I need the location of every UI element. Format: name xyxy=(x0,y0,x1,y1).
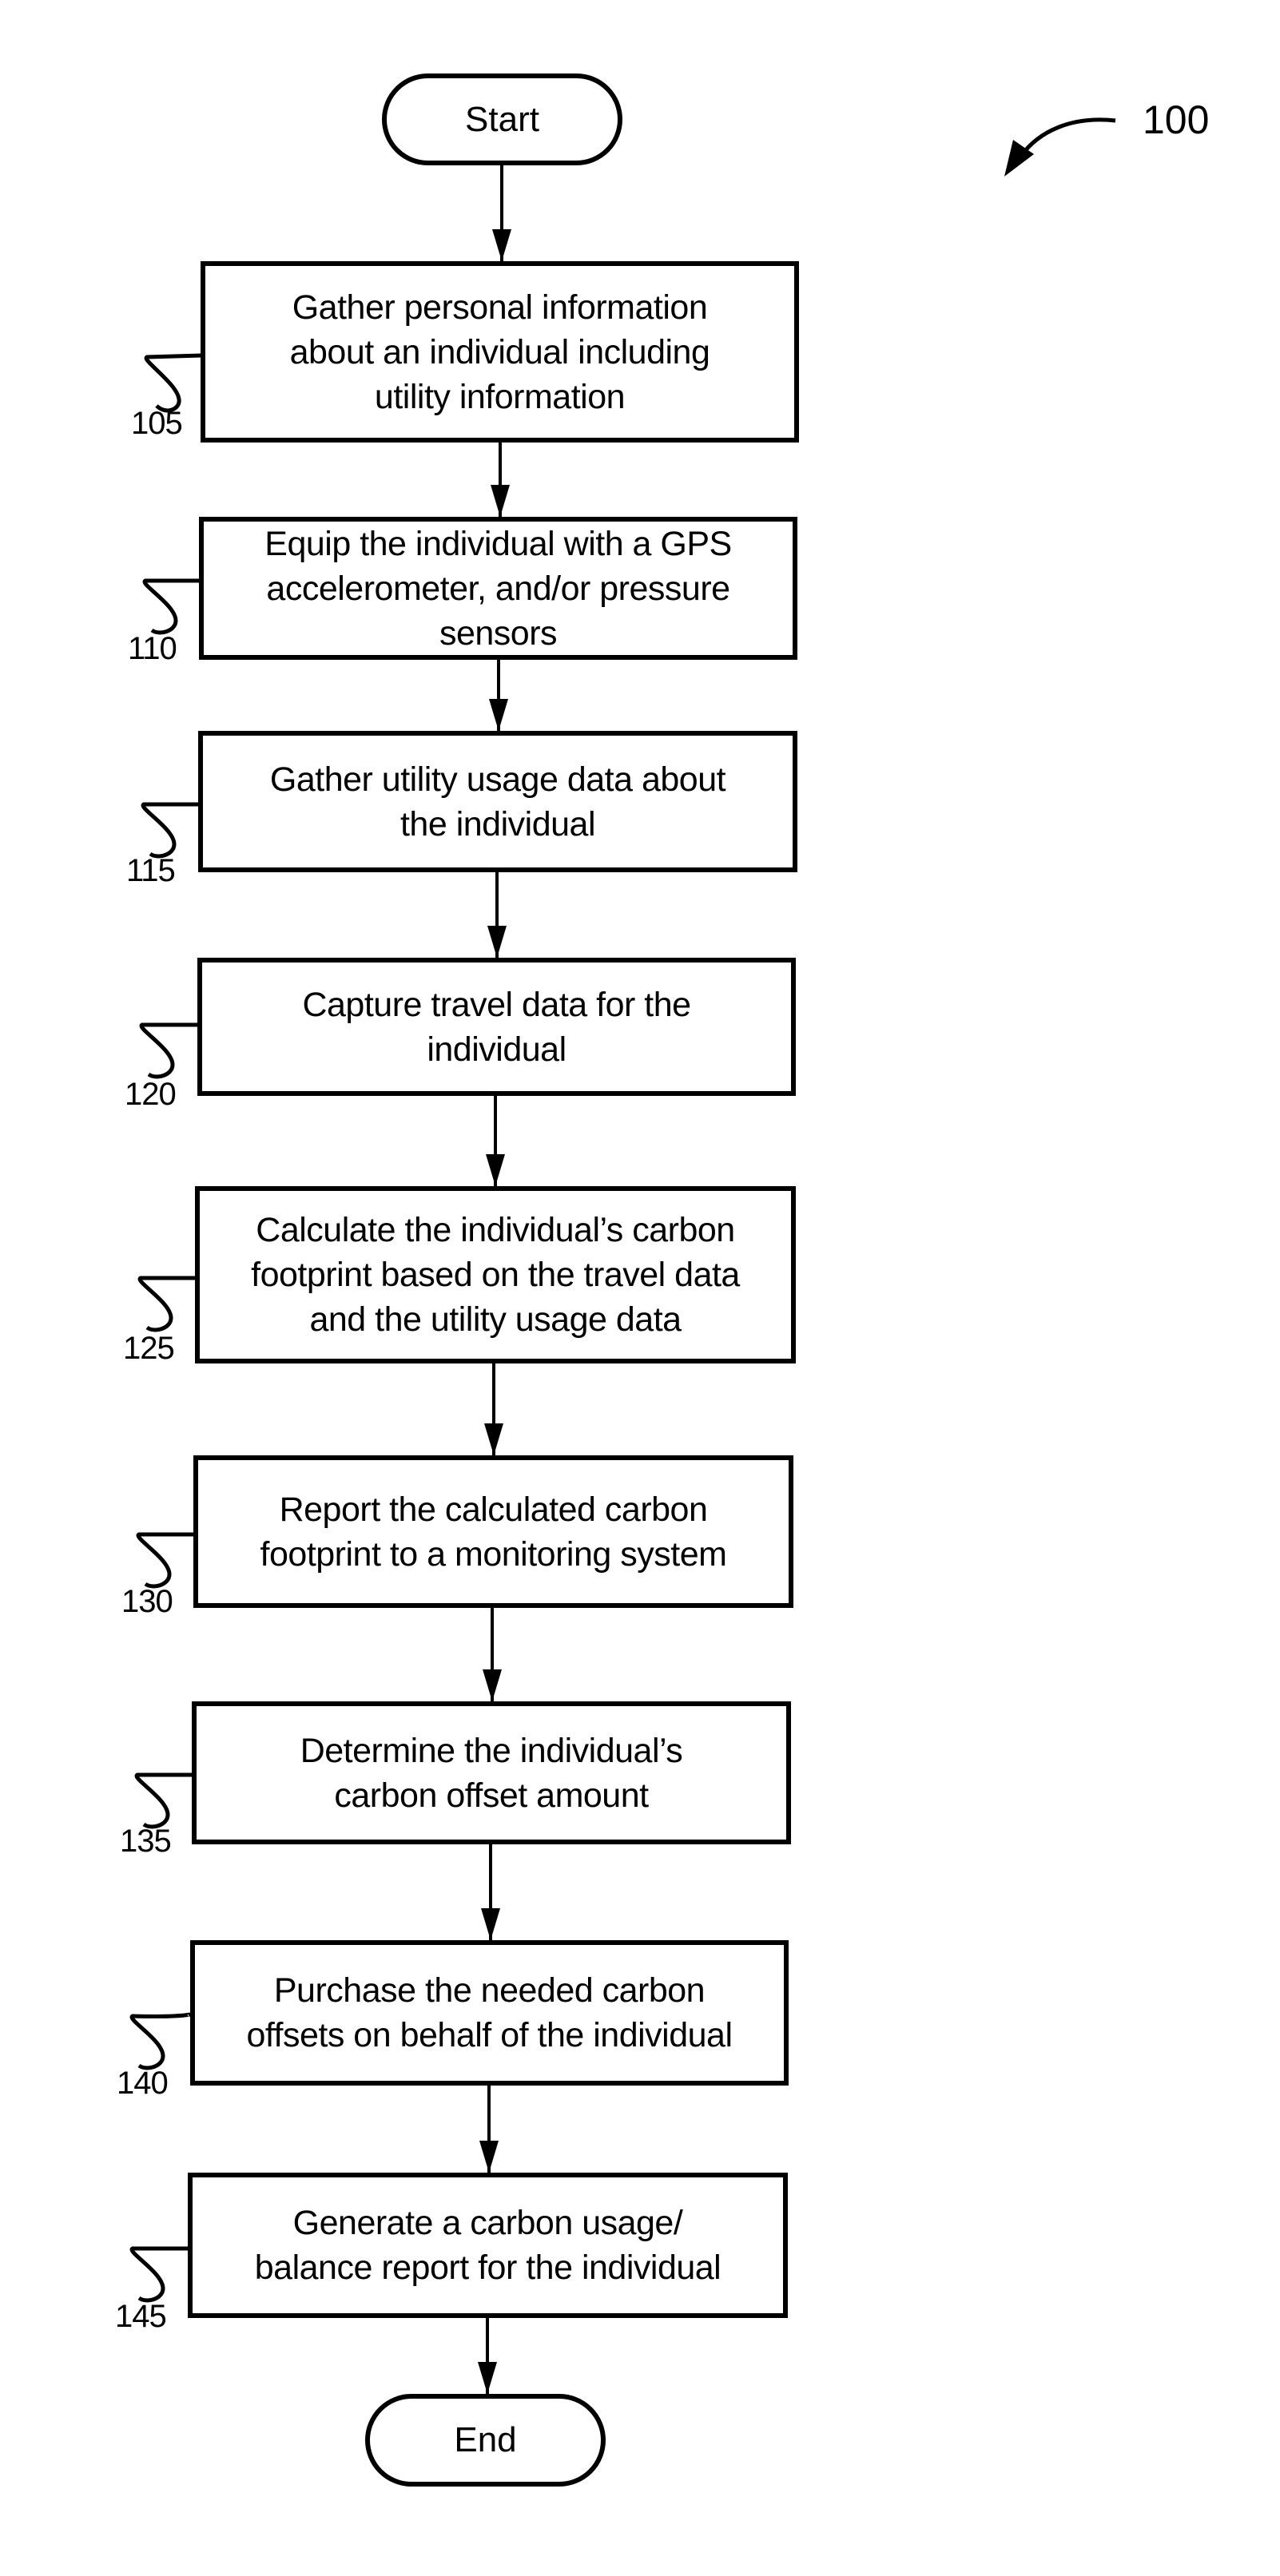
leader-110-icon xyxy=(142,578,199,635)
step-105-ref: 105 xyxy=(131,406,183,441)
start-label: Start xyxy=(465,99,539,139)
step-120-box: Capture travel data for the individual xyxy=(197,958,796,1096)
leader-140-icon xyxy=(129,2012,192,2070)
arrowhead-icon xyxy=(481,1908,500,1940)
step-105-text: Gather personal information about an ind… xyxy=(289,288,710,416)
leader-105-icon xyxy=(144,353,202,413)
arrowhead-icon xyxy=(491,485,510,517)
leader-135-icon xyxy=(134,1772,192,1829)
step-135-ref: 135 xyxy=(120,1824,172,1859)
leader-130-icon xyxy=(136,1532,193,1589)
step-140-box: Purchase the needed carbon offsets on be… xyxy=(190,1940,789,2086)
step-140-ref: 140 xyxy=(117,2066,169,2101)
leader-120-icon xyxy=(139,1022,197,1079)
step-125-text: Calculate the individual’s carbon footpr… xyxy=(251,1211,740,1339)
step-145-text: Generate a carbon usage/ balance report … xyxy=(254,2204,721,2287)
arrowhead-icon xyxy=(479,2141,499,2173)
step-110-ref: 110 xyxy=(128,631,177,666)
step-115-box: Gather utility usage data about the indi… xyxy=(198,731,797,872)
step-130-ref: 130 xyxy=(121,1584,173,1619)
figure-reference-numeral: 100 xyxy=(1143,97,1210,142)
leader-125-icon xyxy=(137,1276,195,1332)
step-130-box: Report the calculated carbon footprint t… xyxy=(193,1455,793,1608)
end-terminal: End xyxy=(365,2394,606,2487)
step-145-ref: 145 xyxy=(115,2299,167,2334)
leader-115-icon xyxy=(141,802,198,859)
step-120-ref: 120 xyxy=(125,1077,177,1112)
step-125-box: Calculate the individual’s carbon footpr… xyxy=(195,1186,796,1363)
step-115-text: Gather utility usage data about the indi… xyxy=(269,760,726,843)
arrowhead-icon xyxy=(492,229,511,261)
end-label: End xyxy=(454,2420,517,2459)
step-125-ref: 125 xyxy=(123,1331,175,1366)
start-terminal: Start xyxy=(382,73,622,165)
step-130-text: Report the calculated carbon footprint t… xyxy=(260,1490,727,1574)
step-120-text: Capture travel data for the individual xyxy=(302,985,691,1069)
step-145-box: Generate a carbon usage/ balance report … xyxy=(188,2173,788,2318)
arrowhead-icon xyxy=(478,2362,497,2394)
step-115-ref: 115 xyxy=(126,853,176,888)
step-110-box: Equip the individual with a GPS accelero… xyxy=(199,517,797,660)
leader-145-icon xyxy=(129,2246,188,2303)
arrowhead-icon xyxy=(486,1154,505,1186)
step-135-text: Determine the individual’s carbon offset… xyxy=(300,1731,683,1815)
arrowhead-icon xyxy=(487,926,507,958)
step-135-box: Determine the individual’s carbon offset… xyxy=(192,1701,791,1844)
step-140-text: Purchase the needed carbon offsets on be… xyxy=(246,1971,733,2054)
arrowhead-icon xyxy=(484,1423,503,1455)
arrowhead-icon xyxy=(489,699,508,731)
arrowhead-icon xyxy=(483,1669,502,1701)
step-110-text: Equip the individual with a GPS accelero… xyxy=(264,524,732,653)
figure-ref-arrow-icon xyxy=(1019,117,1116,157)
step-105-box: Gather personal information about an ind… xyxy=(201,261,799,443)
